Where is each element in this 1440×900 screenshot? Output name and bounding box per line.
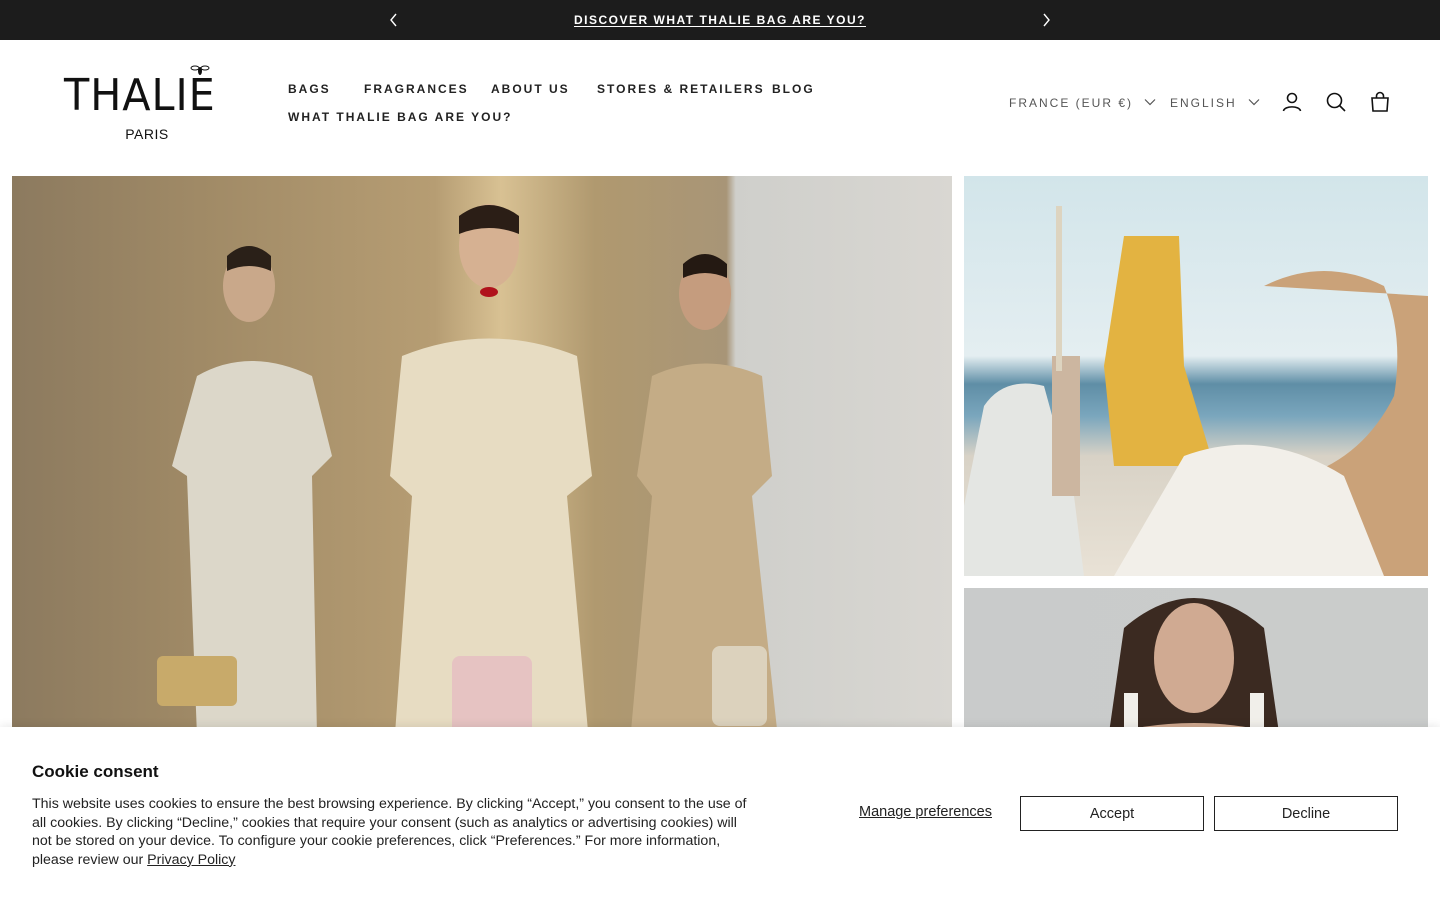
nav-item-blog[interactable]: BLOG <box>772 82 815 96</box>
nav-item-fragrances[interactable]: FRAGRANCES <box>364 82 469 96</box>
nav-item-about-us[interactable]: ABOUT US <box>491 82 570 96</box>
chevron-down-icon <box>1144 99 1156 106</box>
models-illustration <box>157 204 782 776</box>
cookie-banner: Cookie consent This website uses cookies… <box>0 727 1440 900</box>
hero-image-models[interactable] <box>12 176 952 776</box>
nav-item-quiz[interactable]: WHAT THALIE BAG ARE YOU? <box>288 110 512 124</box>
country-selector[interactable]: FRANCE (EUR €) <box>1009 96 1156 110</box>
cookie-title: Cookie consent <box>32 762 159 781</box>
decline-button[interactable]: Decline <box>1214 796 1398 831</box>
language-selector-label: ENGLISH <box>1170 96 1237 110</box>
language-selector[interactable]: ENGLISH <box>1170 96 1260 110</box>
brand-logo[interactable]: THALIE PARIS <box>64 64 232 144</box>
hero-image-gold-bag[interactable] <box>964 176 1428 576</box>
manage-preferences-link[interactable]: Manage preferences <box>859 804 992 820</box>
chevron-down-icon <box>1248 99 1260 106</box>
country-selector-label: FRANCE (EUR €) <box>1009 96 1134 110</box>
account-icon[interactable] <box>1280 90 1304 114</box>
logo-wordmark: THALIE <box>64 70 216 121</box>
accept-button[interactable]: Accept <box>1020 796 1204 831</box>
chevron-right-icon[interactable] <box>1037 11 1055 29</box>
announcement-link[interactable]: DISCOVER WHAT THALIE BAG ARE YOU? <box>0 13 1440 27</box>
logo-subtitle: PARIS <box>125 126 169 142</box>
cookie-body: This website uses cookies to ensure the … <box>32 795 752 869</box>
cookie-body-text: This website uses cookies to ensure the … <box>32 796 747 868</box>
announcement-bar: DISCOVER WHAT THALIE BAG ARE YOU? <box>0 0 1440 40</box>
nav-item-bags[interactable]: BAGS <box>288 82 331 96</box>
privacy-policy-link[interactable]: Privacy Policy <box>147 852 235 868</box>
nav-item-stores-retailers[interactable]: STORES & RETAILERS <box>597 82 765 96</box>
search-icon[interactable] <box>1324 90 1348 114</box>
gold-bag-illustration <box>964 206 1428 576</box>
cart-bag-icon[interactable] <box>1368 90 1392 114</box>
